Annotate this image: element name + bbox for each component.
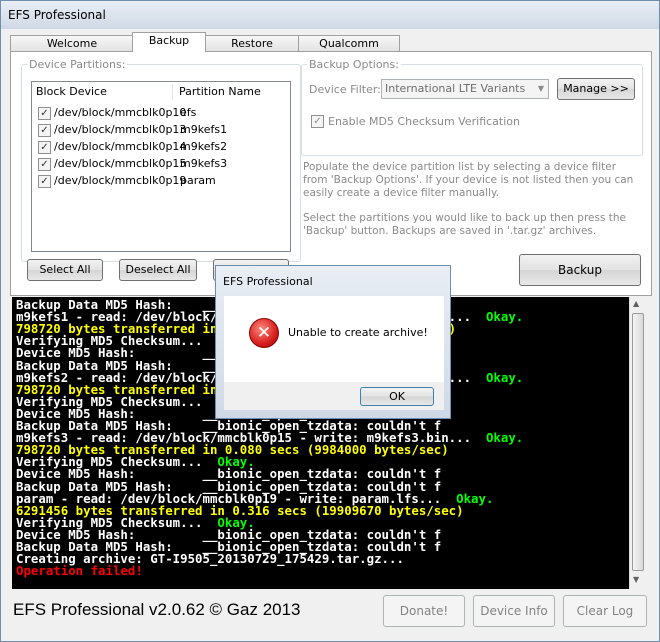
partition-checkbox[interactable]: ✓ (38, 124, 51, 137)
error-dialog: EFS Professional ✕ Unable to create arch… (215, 265, 451, 419)
backup-button[interactable]: Backup (519, 254, 641, 286)
device-info-button[interactable]: Device Info (473, 595, 555, 627)
list-item[interactable]: ✓ /dev/block/mmcblk0p19 param (32, 173, 288, 190)
partition-name: m9kefs2 (180, 140, 228, 153)
device-partitions-legend: Device Partitions: (29, 58, 126, 71)
device-filter-value: International LTE Variants (385, 82, 526, 95)
backup-options-group: Backup Options: (301, 58, 643, 156)
console-text: Okay. (485, 309, 524, 325)
main-window: EFS Professional Welcome Backup Restore … (0, 0, 660, 642)
partition-checkbox[interactable]: ✓ (38, 175, 51, 188)
info-paragraph-1: Populate the device partition list by se… (303, 161, 634, 199)
dialog-title: EFS Professional (223, 275, 313, 288)
partition-name: param (180, 174, 216, 187)
error-icon: ✕ (249, 318, 279, 348)
md5-checkbox[interactable]: ✓ (311, 115, 324, 128)
info-paragraph-2: Select the partitions you would like to … (303, 212, 626, 237)
scroll-thumb[interactable] (632, 313, 644, 571)
partition-list[interactable]: Block Device Partition Name ✓ /dev/block… (31, 81, 291, 252)
block-device: /dev/block/mmcblk0p15 (54, 157, 187, 170)
deselect-all-button[interactable]: Deselect All (119, 259, 197, 281)
tab-qualcomm[interactable]: Qualcomm (298, 35, 400, 52)
console-text: Okay. (485, 369, 524, 385)
chevron-down-icon: ▼ (537, 84, 544, 93)
list-item[interactable]: ✓ /dev/block/mmcblk0p14 m9kefs2 (32, 139, 288, 156)
dialog-footer: OK (224, 382, 444, 410)
list-item[interactable]: ✓ /dev/block/mmcblk0p10 efs (32, 105, 288, 122)
title-bar[interactable]: EFS Professional (1, 1, 659, 29)
tab-restore[interactable]: Restore (204, 35, 300, 52)
manage-button[interactable]: Manage >> (557, 78, 635, 100)
dialog-message: Unable to create archive! (288, 326, 428, 339)
scroll-up-icon[interactable]: ▲ (633, 299, 639, 308)
partition-name: m9kefs3 (180, 157, 228, 170)
console-line: Operation failed! (16, 563, 143, 579)
ok-button[interactable]: OK (360, 387, 434, 406)
block-device: /dev/block/mmcblk0p19 (54, 174, 187, 187)
partition-name: efs (180, 106, 197, 119)
tab-welcome[interactable]: Welcome (10, 35, 134, 52)
window-title: EFS Professional (8, 8, 106, 22)
column-block-device[interactable]: Block Device (36, 82, 107, 102)
select-all-button[interactable]: Select All (27, 259, 103, 281)
partition-checkbox[interactable]: ✓ (38, 107, 51, 120)
column-separator (172, 84, 173, 100)
column-partition-name[interactable]: Partition Name (179, 82, 261, 102)
device-filter-select[interactable]: International LTE Variants ▼ (381, 79, 549, 99)
tab-backup[interactable]: Backup (132, 32, 206, 52)
console-text: Operation failed! (16, 563, 143, 579)
list-item[interactable]: ✓ /dev/block/mmcblk0p13 m9kefs1 (32, 122, 288, 139)
partition-name: m9kefs1 (180, 123, 228, 136)
console-text: Okay. (485, 430, 524, 446)
donate-button[interactable]: Donate! (383, 595, 465, 627)
dialog-body: ✕ Unable to create archive! (224, 296, 444, 382)
partition-checkbox[interactable]: ✓ (38, 141, 51, 154)
app-version-title: EFS Professional v2.0.62 © Gaz 2013 (13, 600, 301, 619)
backup-options-legend: Backup Options: (309, 58, 399, 71)
device-filter-label: Device Filter: (309, 83, 381, 96)
block-device: /dev/block/mmcblk0p14 (54, 140, 187, 153)
list-item[interactable]: ✓ /dev/block/mmcblk0p15 m9kefs3 (32, 156, 288, 173)
clear-log-button[interactable]: Clear Log (563, 595, 647, 627)
md5-checkbox-label: Enable MD5 Checksum Verification (328, 115, 520, 128)
block-device: /dev/block/mmcblk0p10 (54, 106, 187, 119)
console-scrollbar[interactable]: ▲ ▼ (629, 297, 647, 589)
block-device: /dev/block/mmcblk0p13 (54, 123, 187, 136)
partition-checkbox[interactable]: ✓ (38, 158, 51, 171)
scroll-down-icon[interactable]: ▼ (633, 575, 639, 584)
